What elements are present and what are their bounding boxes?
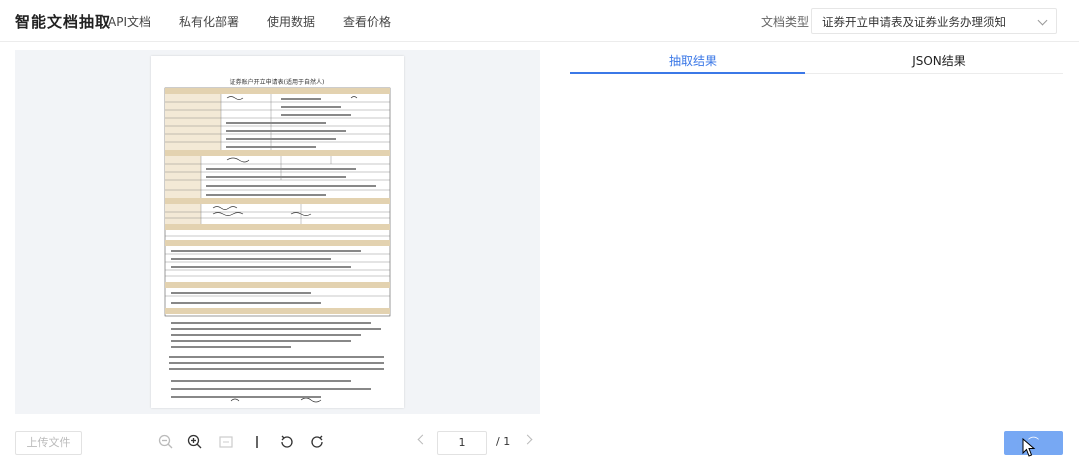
page-number-input[interactable]: 1 bbox=[437, 431, 487, 455]
upload-file-button[interactable]: 上传文件 bbox=[15, 431, 82, 455]
mouse-cursor-icon bbox=[1022, 438, 1036, 457]
document-title: 证券账户开立申请表(适用于自然人) bbox=[230, 78, 325, 86]
top-header: 智能文档抽取 API文档 私有化部署 使用数据 查看价格 文档类型 证券开立申请… bbox=[0, 0, 1079, 42]
doctype-label: 文档类型 bbox=[761, 15, 810, 29]
app-logo: 智能文档抽取 bbox=[15, 13, 112, 31]
nav-usage-data[interactable]: 使用数据 bbox=[267, 13, 315, 30]
nav-private-deploy[interactable]: 私有化部署 bbox=[179, 13, 239, 30]
nav-pricing[interactable]: 查看价格 bbox=[343, 13, 391, 30]
next-page-icon[interactable] bbox=[522, 434, 533, 445]
zoom-in-icon[interactable] bbox=[186, 433, 204, 451]
rotate-left-icon[interactable] bbox=[278, 433, 296, 451]
doctype-value: 证券开立申请表及证券业务办理须知 bbox=[822, 15, 1006, 29]
prev-page-icon[interactable] bbox=[417, 434, 428, 445]
top-nav: API文档 私有化部署 使用数据 查看价格 bbox=[108, 13, 419, 30]
tab-extract-result[interactable]: 抽取结果 bbox=[570, 52, 816, 69]
nav-api-docs[interactable]: API文档 bbox=[108, 13, 151, 30]
divider-icon bbox=[256, 436, 258, 448]
result-tabs: 抽取结果 JSON结果 bbox=[570, 44, 1063, 75]
document-preview[interactable]: 证券账户开立申请表(适用于自然人) bbox=[15, 50, 540, 414]
document-page: 证券账户开立申请表(适用于自然人) bbox=[151, 56, 404, 408]
document-form-image: 证券账户开立申请表(适用于自然人) bbox=[164, 78, 391, 403]
tab-active-indicator bbox=[570, 72, 805, 74]
tab-json-result[interactable]: JSON结果 bbox=[816, 52, 1062, 69]
zoom-out-icon[interactable] bbox=[157, 433, 175, 451]
doctype-select[interactable]: 证券开立申请表及证券业务办理须知 bbox=[811, 8, 1057, 34]
fit-page-icon[interactable] bbox=[217, 433, 235, 451]
chevron-down-icon bbox=[1037, 15, 1048, 26]
page-total: / 1 bbox=[496, 435, 511, 448]
rotate-right-icon[interactable] bbox=[308, 433, 326, 451]
